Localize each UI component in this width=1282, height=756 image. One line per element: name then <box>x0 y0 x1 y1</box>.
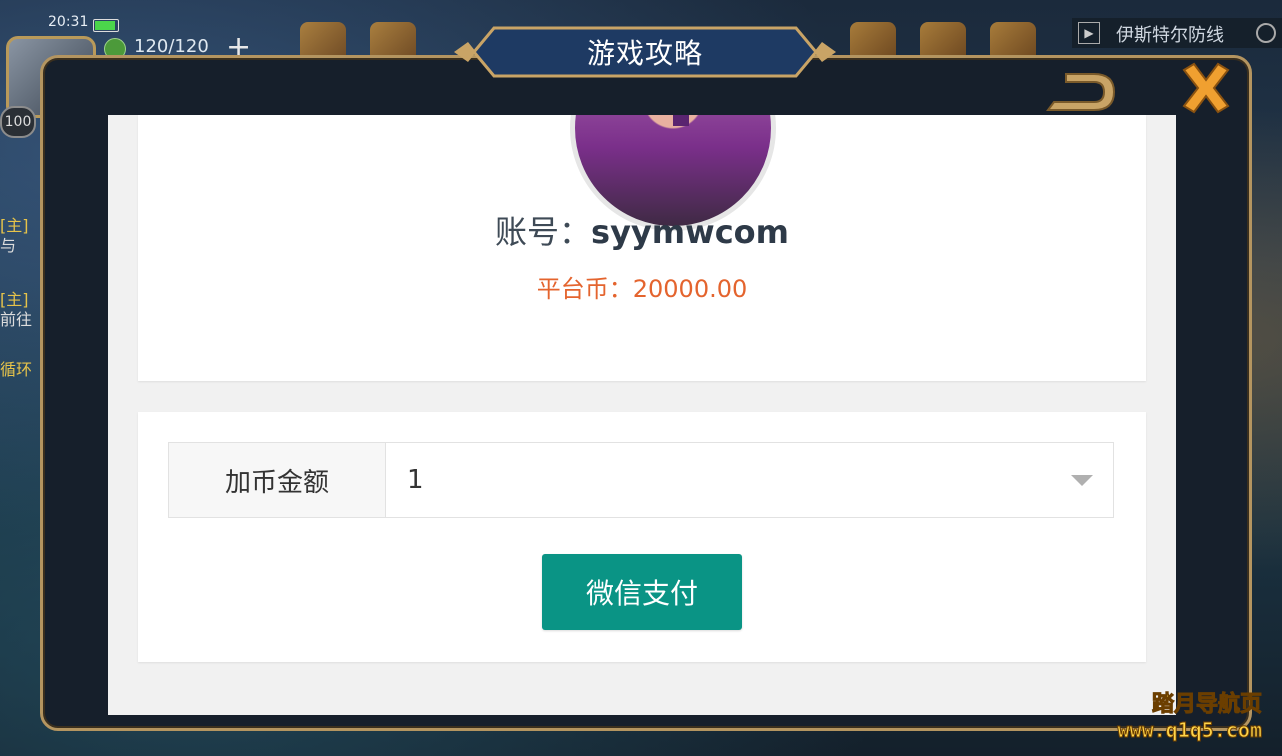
clock: 20:31 <box>48 14 89 30</box>
stamina-count: 120/120 <box>134 36 209 57</box>
balance-value: 20000.00 <box>632 275 748 303</box>
web-content: 账号：syymwcom 平台币：20000.00 加币金额 1 微信支付 <box>108 115 1176 715</box>
quest-tracker: [主] 与 [主] 前往 循环 <box>0 172 40 422</box>
watermark-title: 踏月导航页 <box>1151 692 1262 718</box>
play-icon[interactable]: ▶ <box>1078 22 1100 44</box>
battery-icon <box>93 19 119 32</box>
amount-label: 加币金额 <box>169 443 386 517</box>
wechat-pay-button[interactable]: 微信支付 <box>542 554 742 630</box>
balance-line: 平台币：20000.00 <box>138 269 1146 304</box>
chevron-down-icon <box>1071 475 1093 486</box>
amount-select[interactable]: 1 <box>387 443 1113 517</box>
dialog-title-plate: 游戏攻略 <box>450 24 840 80</box>
quest-tag: [主] <box>0 290 29 309</box>
back-button[interactable] <box>1044 64 1120 116</box>
quest-text: 与 <box>0 236 17 255</box>
quest-text: 前往 <box>0 310 33 329</box>
watermark: 踏月导航页 www.q1q5.com <box>1117 686 1262 743</box>
location-bar: ▶ 伊斯特尔防线 <box>1072 18 1282 48</box>
account-value: syymwcom <box>591 213 789 251</box>
close-button[interactable] <box>1178 60 1234 116</box>
back-arrow-icon <box>1046 73 1116 111</box>
quest-tag: [主] <box>0 216 29 235</box>
quest-item[interactable]: 循环 <box>0 360 40 380</box>
profile-card: 账号：syymwcom 平台币：20000.00 <box>138 115 1146 381</box>
watermark-url: www.q1q5.com <box>1117 718 1262 743</box>
quest-tag: 循环 <box>0 360 33 379</box>
amount-value: 1 <box>407 465 424 495</box>
level-badge: 100 <box>0 106 36 138</box>
search-icon[interactable] <box>1256 23 1276 43</box>
quest-item[interactable]: [主] 前往 <box>0 290 40 330</box>
close-icon <box>1182 62 1230 114</box>
quest-item[interactable]: [主] 与 <box>0 216 40 256</box>
location-name: 伊斯特尔防线 <box>1116 25 1224 46</box>
payment-card: 加币金额 1 微信支付 <box>138 412 1146 662</box>
amount-row: 加币金额 1 <box>168 442 1114 518</box>
balance-label: 平台币： <box>536 275 633 303</box>
account-label: 账号： <box>495 213 592 251</box>
dialog-title: 游戏攻略 <box>586 37 703 70</box>
account-line: 账号：syymwcom <box>138 207 1146 253</box>
